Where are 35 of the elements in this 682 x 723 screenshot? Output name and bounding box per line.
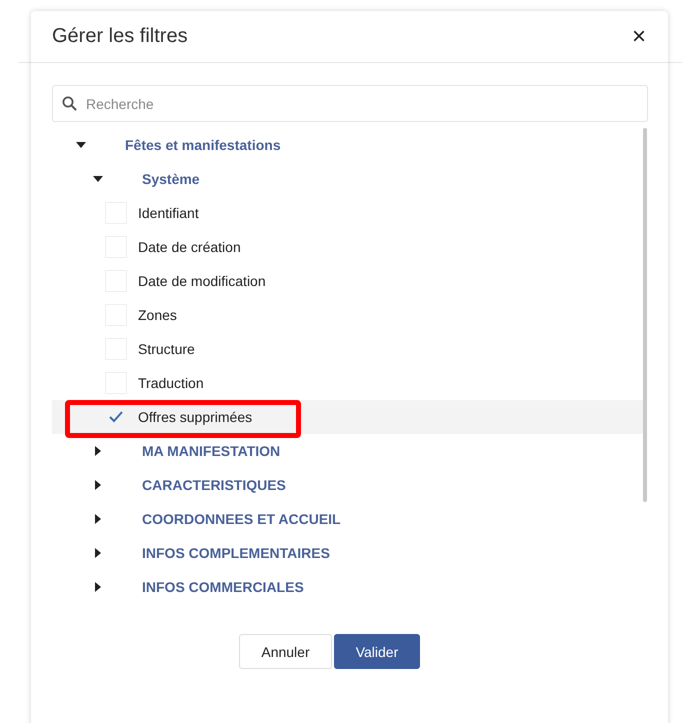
tree-row[interactable]: Identifiant (52, 196, 643, 230)
search-icon (62, 96, 77, 111)
group-label[interactable]: MA MANIFESTATION (142, 443, 280, 459)
caret-right-icon[interactable] (93, 480, 103, 490)
field-label[interactable]: Traduction (138, 375, 204, 391)
search-field[interactable]: Recherche (52, 85, 648, 122)
tree-row[interactable]: Structure (52, 332, 643, 366)
field-label[interactable]: Zones (138, 307, 177, 323)
field-label[interactable]: Offres supprimées (138, 409, 252, 425)
tree-row[interactable]: Zones (52, 298, 643, 332)
tree-row[interactable]: Date de modification (52, 264, 643, 298)
group-label[interactable]: INFOS COMMERCIALES (142, 579, 304, 595)
scrollbar[interactable] (643, 128, 647, 502)
group-label[interactable]: Fêtes et manifestations (125, 137, 281, 153)
group-label[interactable]: Système (142, 171, 200, 187)
group-label[interactable]: INFOS COMPLEMENTAIRES (142, 545, 330, 561)
confirm-button[interactable]: Valider (334, 634, 420, 669)
tree-row[interactable]: Date de création (52, 230, 643, 264)
caret-down-icon[interactable] (76, 140, 86, 150)
dialog-title: Gérer les filtres (52, 25, 188, 48)
group-label[interactable]: CARACTERISTIQUES (142, 477, 286, 493)
cancel-button[interactable]: Annuler (239, 634, 332, 669)
caret-right-icon[interactable] (93, 514, 103, 524)
field-label[interactable]: Date de modification (138, 273, 266, 289)
tree-row[interactable]: Traduction (52, 366, 643, 400)
close-button[interactable]: × (630, 24, 648, 48)
field-label[interactable]: Date de création (138, 239, 241, 255)
field-label[interactable]: Identifiant (138, 205, 199, 221)
group-label[interactable]: COORDONNEES ET ACCUEIL (142, 511, 341, 527)
caret-down-icon[interactable] (93, 174, 103, 184)
caret-right-icon[interactable] (93, 548, 103, 558)
field-label[interactable]: Structure (138, 341, 195, 357)
caret-right-icon[interactable] (93, 446, 103, 456)
caret-right-icon[interactable] (93, 582, 103, 592)
check-icon (108, 410, 124, 424)
